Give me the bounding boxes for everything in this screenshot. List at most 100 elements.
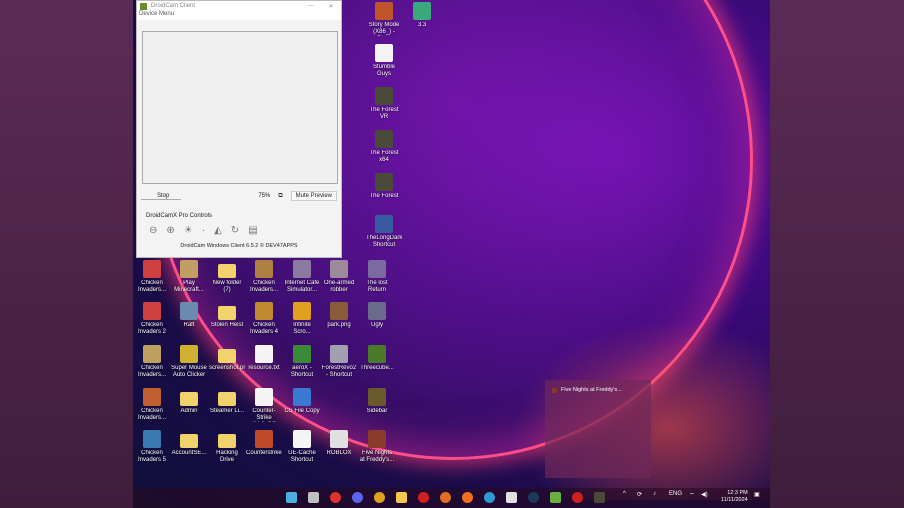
volume-icon[interactable]: ◀): [701, 491, 708, 498]
desktop-icon-label: 3.3: [417, 22, 427, 28]
taskbar-game-icon[interactable]: [594, 492, 605, 503]
desktop-icon[interactable]: Story Mode (X86_) - Pla...: [366, 2, 402, 36]
flash-icon[interactable]: ☀: [184, 225, 193, 236]
desktop-icon[interactable]: Internet Cafe Simulator...: [284, 260, 320, 294]
app-icon: [375, 2, 393, 20]
desktop-icon[interactable]: Sidebar: [359, 388, 395, 415]
notification-popup[interactable]: Five Nights at Freddy's...: [545, 380, 651, 478]
desktop-icon-label: Sidebar: [366, 408, 388, 414]
desktop-icon[interactable]: The Forest x64: [366, 130, 402, 164]
desktop-icon[interactable]: Chicken Invaders 5: [134, 430, 170, 464]
desktop-icon[interactable]: The Forest VR: [366, 87, 402, 121]
desktop-icon[interactable]: UE-Cache Shortcut: [284, 430, 320, 464]
desktop-icon-label: ROBLOX: [326, 450, 352, 456]
desktop-icon[interactable]: ForestRevo2 - Shortcut: [321, 345, 357, 379]
desktop-icon[interactable]: Chicken Invaders 4: [246, 302, 282, 336]
desktop-icon[interactable]: Chicken Invaders...: [134, 345, 170, 379]
settings-icon[interactable]: ▤: [248, 225, 257, 236]
taskbar-widgets-icon[interactable]: [286, 492, 297, 503]
taskbar-file-explorer-icon[interactable]: [396, 492, 407, 503]
desktop-icon-label: TheLongDark Shortcut: [366, 235, 402, 248]
app-icon: [375, 173, 393, 191]
language-indicator[interactable]: ENG: [669, 491, 682, 497]
taskbar-android-studio-icon[interactable]: [550, 492, 561, 503]
desktop: Story Mode (X86_) - Pla... 3.3 Stumble Guy…: [133, 0, 770, 508]
taskbar-obs-icon[interactable]: [330, 492, 341, 503]
desktop-icon-label: Chicken Invaders 2: [137, 322, 167, 335]
wifi-icon[interactable]: ⌔: [689, 491, 695, 499]
desktop-icon[interactable]: aeroX - Shortcut: [284, 345, 320, 379]
mirror-icon[interactable]: ◭: [214, 225, 222, 236]
taskbar-edge-icon[interactable]: [484, 492, 495, 503]
taskbar-red-app-icon[interactable]: [572, 492, 583, 503]
desktop-icon[interactable]: Admin: [171, 388, 207, 415]
minimize-button[interactable]: —: [301, 3, 321, 9]
desktop-icon[interactable]: ROBLOX: [321, 430, 357, 457]
desktop-icon[interactable]: Raft: [171, 302, 207, 329]
taskbar-opera-icon[interactable]: [418, 492, 429, 503]
desktop-icon[interactable]: AccountSE...: [171, 430, 207, 457]
desktop-icon[interactable]: Threecube...: [359, 345, 395, 372]
taskbar-chrome-icon[interactable]: [374, 492, 385, 503]
clock-time: 12:3 PM: [727, 490, 748, 496]
desktop-icon[interactable]: screenshot.png: [209, 345, 245, 372]
app-icon: [143, 260, 161, 278]
desktop-icon[interactable]: resource.txt: [246, 345, 282, 372]
app-icon: [293, 302, 311, 320]
app-icon: [375, 215, 393, 233]
desktop-icon[interactable]: TheLongDark Shortcut: [366, 215, 402, 249]
mute-preview-button[interactable]: Mute Preview: [290, 191, 337, 201]
notification-center-icon[interactable]: ▣: [754, 491, 760, 498]
network-icon[interactable]: ⟳: [637, 491, 642, 498]
notification-bell-icon[interactable]: ♪: [653, 491, 656, 497]
desktop-icon-label: Chicken Invaders...: [249, 280, 278, 293]
desktop-icon[interactable]: Ugly: [359, 302, 395, 329]
desktop-icon[interactable]: Chicken Invaders...: [134, 260, 170, 294]
taskbar-roblox-icon[interactable]: [506, 492, 517, 503]
desktop-icon-label: Admin: [180, 408, 198, 414]
device-menu[interactable]: Device Menu: [137, 11, 341, 20]
focus-icon[interactable]: ·: [202, 225, 205, 236]
desktop-icon[interactable]: Counter-Strike WallsOff: [246, 388, 282, 422]
desktop-icon[interactable]: CS File Copy: [284, 388, 320, 415]
desktop-icon[interactable]: Stolen Heist: [209, 302, 245, 329]
desktop-icon[interactable]: New folder (7): [209, 260, 245, 294]
desktop-icon-label: Chicken Invaders...: [137, 365, 166, 378]
desktop-icon-label: Chicken Invaders 4: [249, 322, 279, 335]
taskbar-explorer-window-icon[interactable]: [308, 492, 319, 503]
desktop-icon[interactable]: Infinite Scro...: [284, 302, 320, 336]
desktop-icon-label: One-armed robber: [323, 280, 355, 293]
desktop-icon[interactable]: Five Nights at Freddy's...: [359, 430, 395, 464]
chevron-up-icon[interactable]: ^: [623, 491, 626, 497]
desktop-icon-label: Stolen Heist: [210, 322, 244, 328]
screenshot-icon[interactable]: ⧉: [278, 193, 282, 200]
desktop-icon[interactable]: Stumble Guys: [366, 44, 402, 78]
taskbar-discord-icon[interactable]: [352, 492, 363, 503]
desktop-icon[interactable]: Counterstrike...: [246, 430, 282, 457]
close-button[interactable]: ✕: [321, 3, 341, 10]
desktop-icon[interactable]: Hacking Drive: [209, 430, 245, 464]
folder-icon: [180, 434, 198, 448]
desktop-icon[interactable]: 3.3: [404, 2, 440, 29]
zoom-in-icon[interactable]: ⊕: [166, 225, 174, 236]
desktop-icon[interactable]: Steamer Li...: [209, 388, 245, 415]
zoom-out-icon[interactable]: ⊖: [149, 225, 157, 236]
rotate-icon[interactable]: ↻: [231, 225, 239, 236]
desktop-icon[interactable]: park.png: [321, 302, 357, 329]
taskbar-steam-icon[interactable]: [528, 492, 539, 503]
desktop-icon[interactable]: Play Minecraft...: [171, 260, 207, 294]
desktop-icon[interactable]: One-armed robber: [321, 260, 357, 294]
clock[interactable]: 12:3 PM 11/11/2024: [721, 490, 748, 504]
taskbar-firefox-icon[interactable]: [462, 492, 473, 503]
stop-button[interactable]: Stop: [141, 193, 181, 200]
desktop-icon[interactable]: The Forest: [366, 173, 402, 200]
desktop-icon[interactable]: Chicken Invaders...: [134, 388, 170, 422]
desktop-icon[interactable]: Super Mouse Auto Clicker: [171, 345, 207, 379]
folder-icon: [218, 306, 236, 320]
desktop-icon[interactable]: Chicken Invaders 2: [134, 302, 170, 336]
desktop-icon-label: Hacking Drive: [216, 450, 238, 463]
app-icon: [368, 260, 386, 278]
desktop-icon[interactable]: Chicken Invaders...: [246, 260, 282, 294]
taskbar-chrome-2-icon[interactable]: [440, 492, 451, 503]
desktop-icon[interactable]: The lost Return: [359, 260, 395, 294]
